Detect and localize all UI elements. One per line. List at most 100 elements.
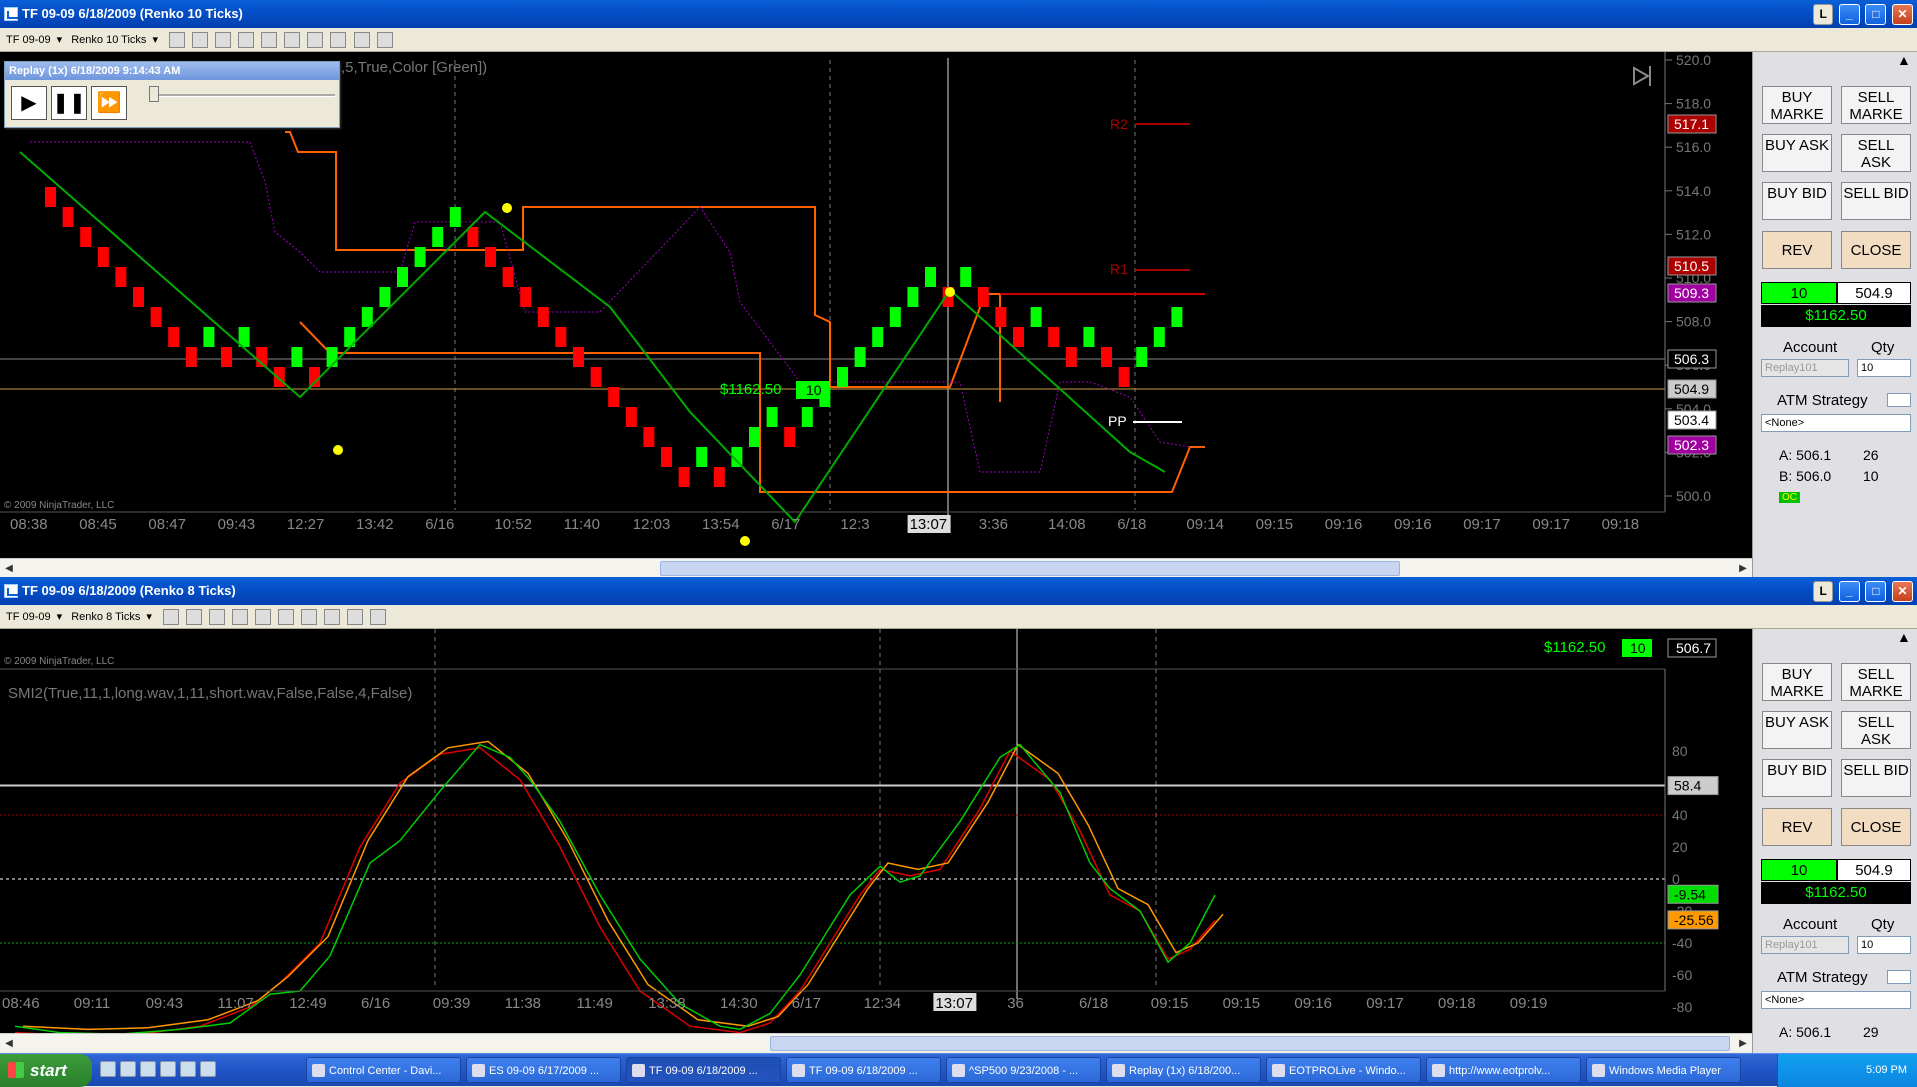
scroll-right-icon[interactable]: ▶ bbox=[1736, 1036, 1750, 1051]
taskbar-button[interactable]: ES 09-09 6/17/2009 ... bbox=[466, 1057, 621, 1083]
qty-spinner[interactable]: 10 bbox=[1857, 359, 1911, 377]
sell-ask-button[interactable]: SELL ASK bbox=[1841, 134, 1911, 172]
taskbar-button[interactable]: TF 09-09 6/18/2009 ... bbox=[786, 1057, 941, 1083]
sell-market-button[interactable]: SELL MARKE bbox=[1841, 86, 1911, 124]
taskbar-button[interactable]: http://www.eotprolv... bbox=[1426, 1057, 1581, 1083]
taskbar-button[interactable]: Replay (1x) 6/18/200... bbox=[1106, 1057, 1261, 1083]
atm-strategy-dropdown[interactable]: <None> bbox=[1761, 414, 1911, 432]
sell-market-button[interactable]: SELL MARKE bbox=[1841, 663, 1911, 701]
app-icon[interactable] bbox=[200, 1061, 216, 1077]
bar-style-icon[interactable] bbox=[169, 32, 186, 48]
smi-chart-svg[interactable]: © 2009 NinjaTrader, LLC SMI2(True,11,1,lo… bbox=[0, 629, 1752, 1033]
indicator-icon[interactable] bbox=[324, 609, 341, 625]
scroll-left-icon[interactable]: ◀ bbox=[2, 1036, 16, 1051]
horizontal-scrollbar-top[interactable]: ◀ ▶ bbox=[0, 558, 1752, 577]
taskbar-button[interactable]: TF 09-09 6/18/2009 ... bbox=[626, 1057, 781, 1083]
dropdown-arrow-icon[interactable]: ▾ bbox=[57, 28, 63, 52]
title-bar-top[interactable]: TF 09-09 6/18/2009 (Renko 10 Ticks) L _ … bbox=[0, 0, 1917, 28]
atm-toggle-icon[interactable] bbox=[1887, 393, 1911, 407]
account-dropdown[interactable]: Replay101 bbox=[1761, 936, 1849, 954]
close-position-button[interactable]: CLOSE bbox=[1841, 231, 1911, 269]
record-icon[interactable] bbox=[347, 609, 364, 625]
strategy-icon[interactable] bbox=[301, 609, 318, 625]
strategy-icon[interactable] bbox=[307, 32, 324, 48]
app-icon[interactable] bbox=[180, 1061, 196, 1077]
smi-chart-bottom[interactable]: © 2009 NinjaTrader, LLC SMI2(True,11,1,lo… bbox=[0, 629, 1752, 1033]
rev-button[interactable]: REV bbox=[1762, 808, 1832, 846]
dropdown-arrow-icon[interactable]: ▾ bbox=[146, 605, 152, 629]
clock: 5:09 PM bbox=[1866, 1064, 1907, 1076]
scroll-thumb[interactable] bbox=[660, 561, 1400, 576]
zoom-in-icon[interactable] bbox=[209, 609, 226, 625]
sell-ask-button[interactable]: SELL ASK bbox=[1841, 711, 1911, 749]
instrument-selector[interactable]: TF 09-09 bbox=[6, 28, 51, 52]
atm-toggle-icon[interactable] bbox=[1887, 970, 1911, 984]
scroll-right-icon[interactable]: ▶ bbox=[1736, 561, 1750, 576]
link-button[interactable]: L bbox=[1813, 4, 1834, 25]
desktop-icon[interactable] bbox=[140, 1061, 156, 1077]
bar-style-icon[interactable] bbox=[162, 609, 179, 625]
zoom-in-icon[interactable] bbox=[215, 32, 232, 48]
play-button[interactable]: ▶ bbox=[11, 86, 47, 120]
dropdown-arrow-icon[interactable]: ▾ bbox=[57, 605, 63, 629]
maximize-button[interactable]: □ bbox=[1865, 4, 1887, 25]
replay-control[interactable]: Replay (1x) 6/18/2009 9:14:43 AM ▶ ❚❚ ⏩ bbox=[4, 61, 340, 128]
close-button[interactable]: ✕ bbox=[1892, 581, 1913, 602]
indicator-icon[interactable] bbox=[330, 32, 347, 48]
drawing-tool-icon[interactable] bbox=[185, 609, 202, 625]
data-box-icon[interactable] bbox=[376, 32, 393, 48]
globe-icon[interactable] bbox=[255, 609, 272, 625]
account-dropdown[interactable]: Replay101 bbox=[1761, 359, 1849, 377]
slider-knob[interactable] bbox=[149, 86, 159, 102]
buy-market-button[interactable]: BUY MARKE bbox=[1762, 86, 1832, 124]
record-icon[interactable] bbox=[353, 32, 370, 48]
collapse-arrow-icon[interactable]: ▲ bbox=[1897, 629, 1911, 645]
taskbar-button[interactable]: EOTPROLive - Windo... bbox=[1266, 1057, 1421, 1083]
horizontal-scrollbar-bottom[interactable]: ◀ ▶ bbox=[0, 1033, 1752, 1052]
explorer-icon[interactable] bbox=[120, 1061, 136, 1077]
period-selector[interactable]: Renko 10 Ticks bbox=[71, 28, 146, 52]
close-position-button[interactable]: CLOSE bbox=[1841, 808, 1911, 846]
collapse-arrow-icon[interactable]: ▲ bbox=[1897, 52, 1911, 68]
media-icon[interactable] bbox=[160, 1061, 176, 1077]
fast-forward-button[interactable]: ⏩ bbox=[91, 86, 127, 120]
down-brick bbox=[977, 287, 989, 307]
data-box-icon[interactable] bbox=[370, 609, 387, 625]
properties-icon[interactable] bbox=[278, 609, 295, 625]
qty-spinner[interactable]: 10 bbox=[1857, 936, 1911, 954]
buy-bid-button[interactable]: BUY BID bbox=[1762, 182, 1832, 220]
instrument-selector[interactable]: TF 09-09 bbox=[6, 605, 51, 629]
taskbar-button[interactable]: Control Center - Davi... bbox=[306, 1057, 461, 1083]
minimize-button[interactable]: _ bbox=[1838, 581, 1860, 602]
properties-icon[interactable] bbox=[284, 32, 301, 48]
taskbar-button[interactable]: ^SP500 9/23/2008 - ... bbox=[946, 1057, 1101, 1083]
maximize-button[interactable]: □ bbox=[1865, 581, 1887, 602]
globe-icon[interactable] bbox=[261, 32, 278, 48]
ie-icon[interactable] bbox=[100, 1061, 116, 1077]
time-tick-label: 08:47 bbox=[148, 516, 186, 533]
scroll-left-icon[interactable]: ◀ bbox=[2, 561, 16, 576]
scroll-thumb[interactable] bbox=[770, 1036, 1730, 1051]
title-bar-bottom[interactable]: TF 09-09 6/18/2009 (Renko 8 Ticks) L _ □… bbox=[0, 577, 1917, 605]
drawing-tool-icon[interactable] bbox=[192, 32, 209, 48]
minimize-button[interactable]: _ bbox=[1838, 4, 1860, 25]
zoom-out-icon[interactable] bbox=[238, 32, 255, 48]
swing-point-dot bbox=[740, 536, 750, 546]
start-button[interactable]: start bbox=[0, 1054, 92, 1087]
zoom-out-icon[interactable] bbox=[232, 609, 249, 625]
close-button[interactable]: ✕ bbox=[1892, 4, 1913, 25]
dropdown-arrow-icon[interactable]: ▾ bbox=[152, 28, 158, 52]
taskbar-button[interactable]: Windows Media Player bbox=[1586, 1057, 1741, 1083]
pause-button[interactable]: ❚❚ bbox=[51, 86, 87, 120]
period-selector[interactable]: Renko 8 Ticks bbox=[71, 605, 140, 629]
buy-bid-button[interactable]: BUY BID bbox=[1762, 759, 1832, 797]
rev-button[interactable]: REV bbox=[1762, 231, 1832, 269]
buy-ask-button[interactable]: BUY ASK bbox=[1762, 134, 1832, 172]
replay-speed-slider[interactable] bbox=[149, 86, 335, 102]
buy-ask-button[interactable]: BUY ASK bbox=[1762, 711, 1832, 749]
sell-bid-button[interactable]: SELL BID bbox=[1841, 182, 1911, 220]
link-button[interactable]: L bbox=[1813, 581, 1834, 602]
buy-market-button[interactable]: BUY MARKE bbox=[1762, 663, 1832, 701]
sell-bid-button[interactable]: SELL BID bbox=[1841, 759, 1911, 797]
atm-strategy-dropdown[interactable]: <None> bbox=[1761, 991, 1911, 1009]
